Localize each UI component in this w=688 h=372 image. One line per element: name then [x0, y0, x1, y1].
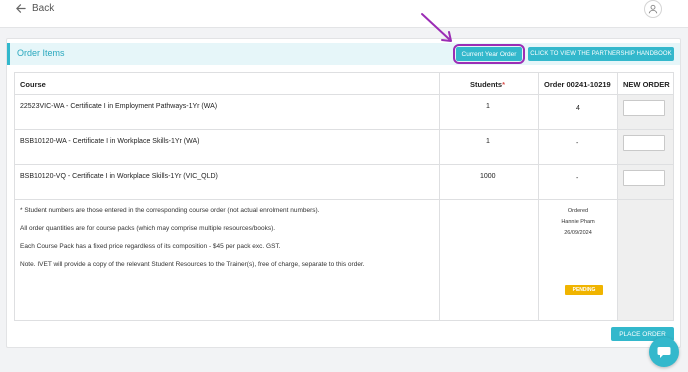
partnership-handbook-button[interactable]: CLICK TO VIEW THE PARTNERSHIP HANDBOOK	[528, 47, 674, 61]
students-count: 1	[486, 103, 490, 110]
note-ivet-resources: Note. IVET will provide a copy of the re…	[20, 261, 365, 268]
card-title: Order Items	[17, 48, 65, 58]
students-count: 1	[486, 138, 490, 145]
note-student-numbers: * Student numbers are those entered in t…	[20, 207, 320, 214]
note-pricing: Each Course Pack has a fixed price regar…	[20, 243, 281, 250]
user-icon	[648, 4, 658, 14]
course-name: BSB10120-WA - Certificate I in Workplace…	[20, 138, 200, 145]
new-order-qty-input[interactable]	[623, 100, 665, 116]
table-row: BSB10120-VQ - Certificate I in Workplace…	[15, 165, 673, 200]
order-items-table: Course Students* Order 00241-10219 NEW O…	[14, 72, 674, 321]
note-course-packs: All order quantities are for course pack…	[20, 225, 276, 232]
order-qty: -	[576, 140, 579, 147]
order-qty: 4	[576, 105, 580, 112]
header-order-number: Order 00241-10219	[544, 80, 611, 89]
table-row: BSB10120-WA - Certificate I in Workplace…	[15, 130, 673, 165]
students-count: 1000	[480, 173, 496, 180]
order-qty: -	[576, 175, 579, 182]
ordered-label: Ordered	[567, 208, 589, 214]
table-header-row: Course Students* Order 00241-10219 NEW O…	[15, 73, 673, 95]
ordered-date: 26/09/2024	[564, 230, 592, 236]
order-items-card: Order Items Current Year Order CLICK TO …	[6, 38, 681, 348]
annotation-highlight-box	[453, 44, 525, 64]
user-menu-button[interactable]	[644, 0, 662, 18]
header-students: Students*	[470, 80, 506, 89]
chat-button[interactable]	[649, 337, 679, 367]
course-name: BSB10120-VQ - Certificate I in Workplace…	[20, 173, 218, 180]
top-bar: Back	[0, 0, 688, 28]
header-course: Course	[20, 80, 46, 89]
new-order-qty-input[interactable]	[623, 170, 665, 186]
arrow-left-icon	[16, 4, 26, 13]
course-name: 22523VIC-WA - Certificate I in Employmen…	[20, 103, 218, 110]
chat-icon	[657, 347, 671, 358]
back-button[interactable]: Back	[15, 3, 54, 14]
header-new-order: NEW ORDER	[623, 80, 670, 89]
status-badge: PENDING	[565, 285, 603, 295]
ordered-by: Hannie Pham	[561, 219, 595, 225]
arrow-annotation-icon	[421, 13, 452, 42]
table-row: 22523VIC-WA - Certificate I in Employmen…	[15, 95, 673, 130]
back-label: Back	[32, 3, 55, 14]
new-order-qty-input[interactable]	[623, 135, 665, 151]
